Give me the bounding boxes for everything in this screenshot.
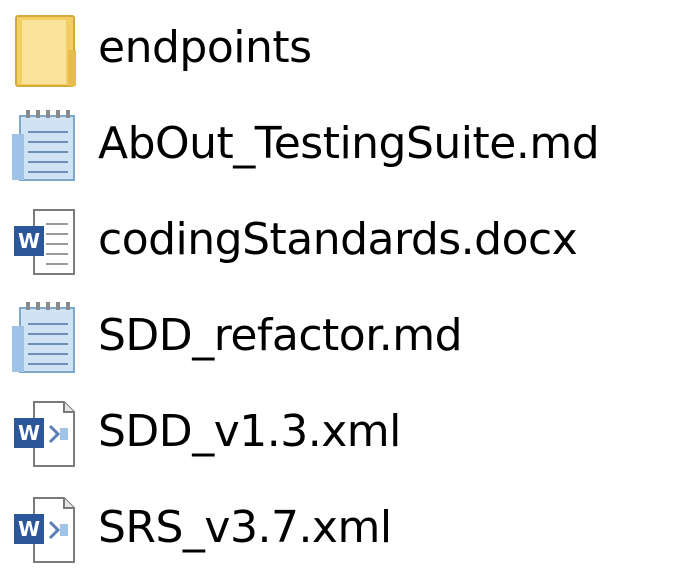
file-name: SDD_refactor.md [98, 310, 463, 361]
file-item-codingstandards[interactable]: W codingStandards.docx [0, 192, 688, 288]
word-xml-document-icon: W [6, 486, 82, 570]
file-item-srs-v3-7[interactable]: W SRS_v3.7.xml [0, 480, 688, 576]
svg-text:W: W [18, 421, 40, 445]
file-item-sdd-v1-3[interactable]: W SDD_v1.3.xml [0, 384, 688, 480]
text-document-icon [6, 102, 82, 186]
text-document-icon [6, 294, 82, 378]
file-item-endpoints[interactable]: endpoints [0, 0, 688, 96]
svg-text:W: W [18, 517, 40, 541]
file-name: codingStandards.docx [98, 214, 578, 265]
file-list: endpoints AbOut_TestingSuite.md W coding… [0, 0, 688, 567]
file-item-sdd-refactor[interactable]: SDD_refactor.md [0, 288, 688, 384]
file-name: endpoints [98, 22, 312, 73]
file-name: SRS_v3.7.xml [98, 502, 392, 553]
word-xml-document-icon: W [6, 390, 82, 474]
file-name: AbOut_TestingSuite.md [98, 118, 600, 169]
file-item-about-testingsuite[interactable]: AbOut_TestingSuite.md [0, 96, 688, 192]
file-name: SDD_v1.3.xml [98, 406, 401, 457]
word-document-icon: W [6, 198, 82, 282]
folder-icon [6, 6, 82, 90]
svg-text:W: W [18, 229, 40, 253]
